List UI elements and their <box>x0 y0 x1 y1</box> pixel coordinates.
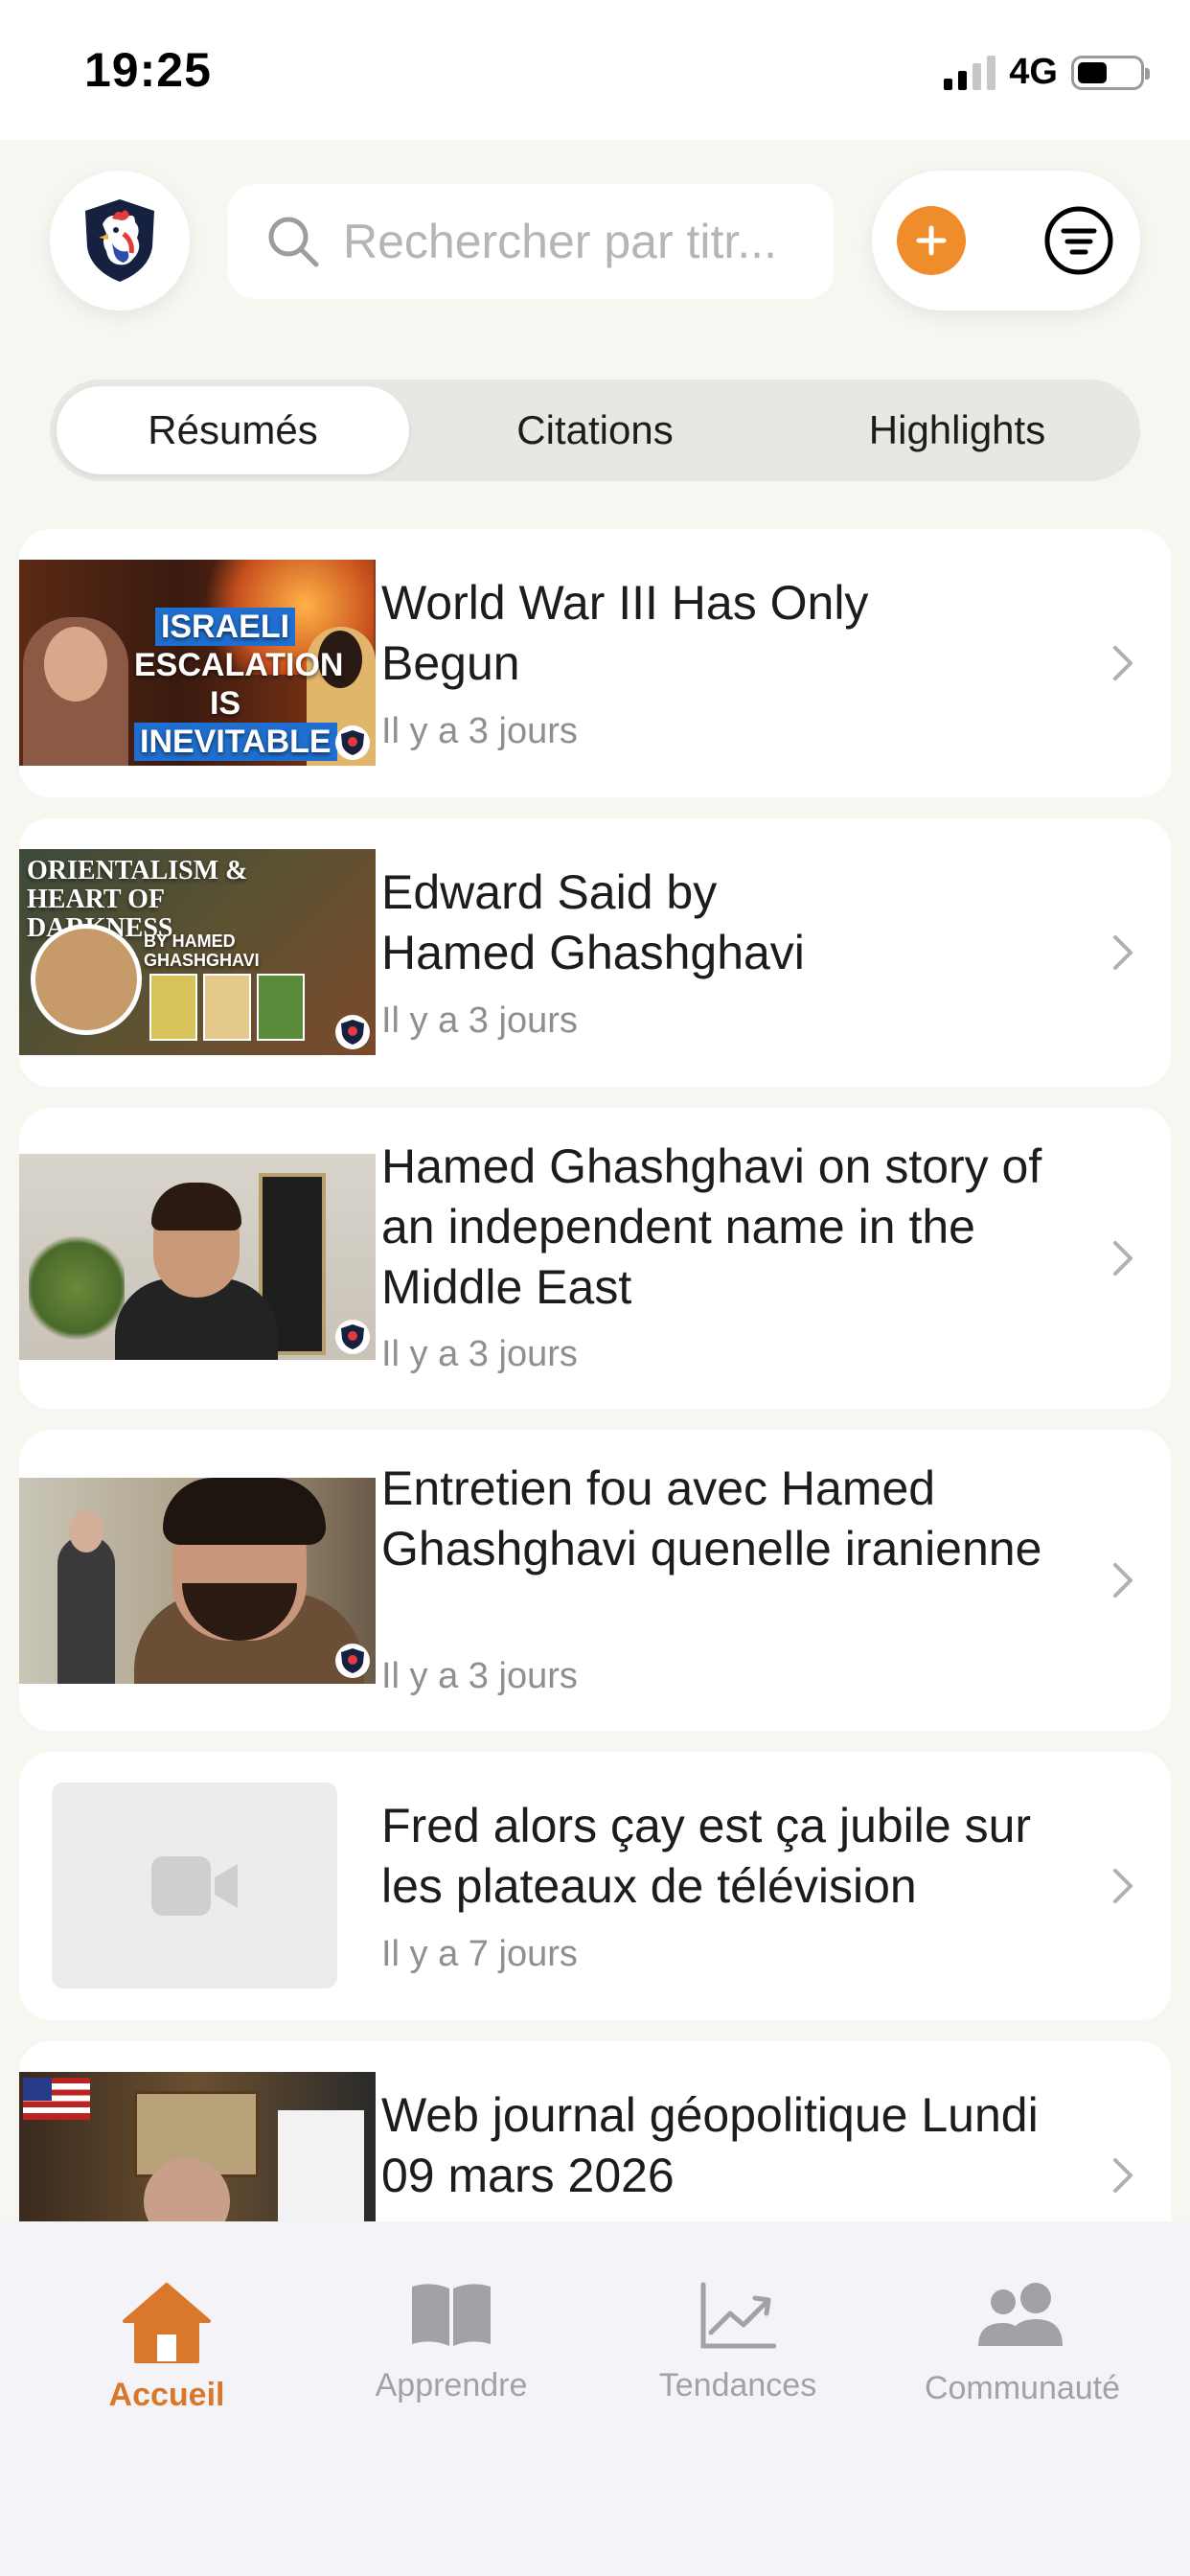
rooster-badge-icon <box>335 1320 370 1354</box>
header-actions <box>872 171 1140 310</box>
thumbnail-caption: BY HAMED <box>144 932 236 951</box>
status-bar: 19:25 4G <box>0 0 1190 140</box>
list-item[interactable]: Fred alors çay est ça jubile sur les pla… <box>19 1752 1171 2020</box>
tab-highlights[interactable]: Highlights <box>781 386 1133 474</box>
search-input[interactable]: Rechercher par titr... <box>228 184 834 299</box>
tab-label: Apprendre <box>375 2367 528 2404</box>
list-item[interactable]: ORIENTALISM & HEART OF DARKNESS BY HAMED… <box>19 818 1171 1087</box>
filter-button[interactable] <box>1041 203 1116 278</box>
segmented-control: Résumés Citations Highlights <box>50 380 1140 481</box>
bottom-tab-bar: Accueil Apprendre Tendances Communauté <box>0 2221 1190 2576</box>
rooster-logo-icon <box>85 199 154 282</box>
item-time: Il y a 7 jours <box>381 1934 578 1974</box>
tab-citations[interactable]: Citations <box>419 386 771 474</box>
cellular-signal-icon <box>944 55 996 90</box>
rooster-badge-icon <box>335 725 370 760</box>
tab-accueil[interactable]: Accueil <box>23 2221 310 2413</box>
video-camera-icon <box>151 1855 238 1916</box>
item-title: World War III Has Only Begun <box>381 576 869 690</box>
status-indicators: 4G <box>944 52 1150 93</box>
chevron-right-icon <box>1113 1563 1133 1598</box>
battery-icon <box>1071 55 1150 90</box>
video-thumbnail <box>19 1478 376 1684</box>
chevron-right-icon <box>1113 2158 1133 2193</box>
tab-resumes[interactable]: Résumés <box>57 386 409 474</box>
trend-chart-icon <box>700 2282 776 2349</box>
profile-logo-button[interactable] <box>50 171 190 310</box>
rooster-badge-icon <box>335 1644 370 1678</box>
tab-label: Tendances <box>658 2367 817 2404</box>
tab-tendances[interactable]: Tendances <box>594 2221 881 2413</box>
item-title: Entretien fou avec Hamed Ghashghavi quen… <box>381 1461 1042 1576</box>
people-icon <box>978 2283 1063 2346</box>
video-thumbnail: ISRAELI ESCALATION IS INEVITABLE <box>19 560 376 766</box>
list-item[interactable]: Hamed Ghashghavi on story of an independ… <box>19 1108 1171 1409</box>
search-icon <box>268 217 319 267</box>
thumbnail-caption: ORIENTALISM & <box>27 856 248 886</box>
status-time: 19:25 <box>84 43 212 97</box>
thumbnail-caption: INEVITABLE <box>134 723 337 761</box>
filter-icon <box>1044 206 1113 275</box>
item-title: Edward Said by Hamed Ghashghavi <box>381 865 805 979</box>
chevron-right-icon <box>1113 1241 1133 1276</box>
thumbnail-caption: ESCALATION IS <box>134 647 344 722</box>
plus-icon <box>916 225 947 256</box>
video-placeholder <box>52 1782 337 1989</box>
search-placeholder: Rechercher par titr... <box>343 215 777 268</box>
item-time: Il y a 3 jours <box>381 1334 578 1374</box>
add-button[interactable] <box>897 206 966 275</box>
thumbnail-caption: ISRAELI <box>154 608 296 646</box>
list-item[interactable]: Entretien fou avec Hamed Ghashghavi quen… <box>19 1430 1171 1731</box>
video-thumbnail: ORIENTALISM & HEART OF DARKNESS BY HAMED… <box>19 849 376 1055</box>
item-time: Il y a 3 jours <box>381 711 578 751</box>
chevron-right-icon <box>1113 1869 1133 1903</box>
thumbnail-caption: GHASHGHAVI <box>144 951 260 970</box>
list-item[interactable]: ISRAELI ESCALATION IS INEVITABLE World W… <box>19 529 1171 797</box>
book-icon <box>412 2284 491 2346</box>
item-title: Fred alors çay est ça jubile sur les pla… <box>381 1799 1032 1913</box>
tab-label: Communauté <box>924 2370 1121 2406</box>
tab-communaute[interactable]: Communauté <box>879 2221 1166 2413</box>
chevron-right-icon <box>1113 646 1133 680</box>
tab-apprendre[interactable]: Apprendre <box>308 2221 595 2413</box>
network-type: 4G <box>1009 52 1058 92</box>
item-title: Web journal géopolitique Lundi 09 mars 2… <box>381 2088 1039 2202</box>
item-time: Il y a 3 jours <box>381 1656 578 1696</box>
rooster-badge-icon <box>335 1015 370 1049</box>
tab-label: Accueil <box>108 2377 225 2413</box>
video-thumbnail <box>19 1154 376 1360</box>
item-time: Il y a 3 jours <box>381 1000 578 1041</box>
item-title: Hamed Ghashghavi on story of an independ… <box>381 1139 1042 1314</box>
home-icon <box>123 2283 211 2363</box>
chevron-right-icon <box>1113 935 1133 970</box>
